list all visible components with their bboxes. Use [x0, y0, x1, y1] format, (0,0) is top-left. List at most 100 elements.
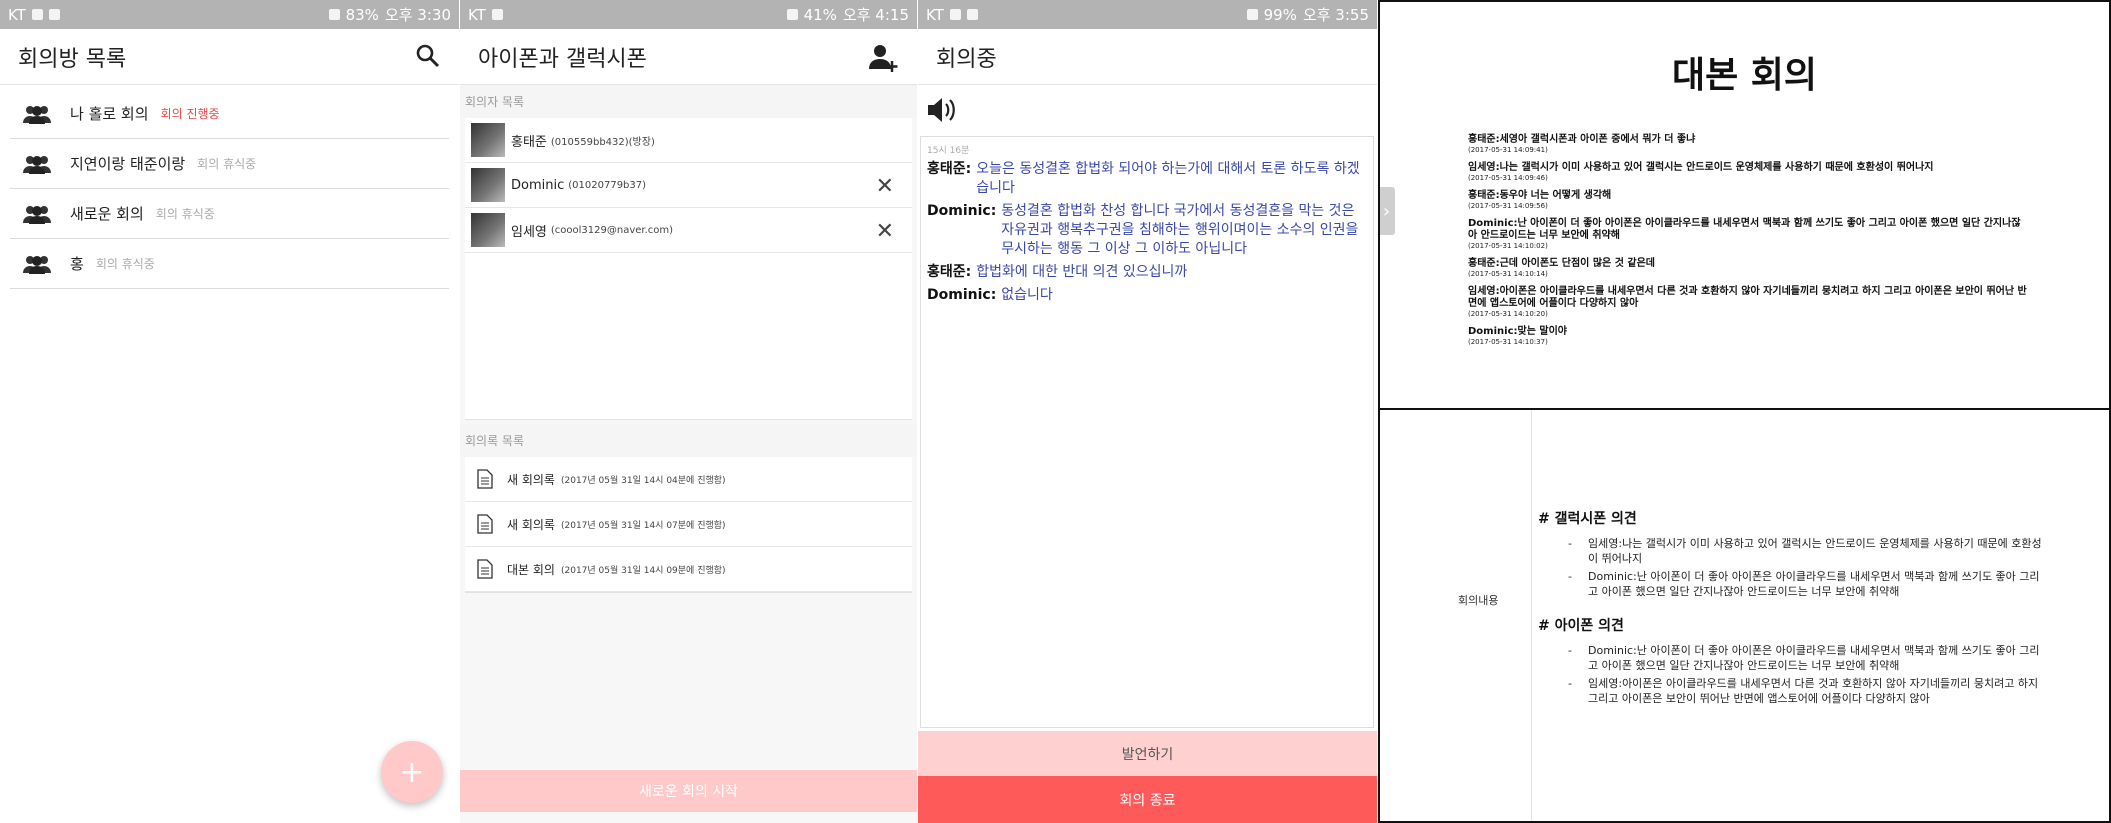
page-title: 회의중 — [936, 46, 997, 72]
entry-time: (2017-05-31 14:09:41) — [1468, 146, 1548, 154]
app-bar: 회의방 목록 — [0, 29, 459, 85]
transcript-document: › 대본 회의 홍태준:세영아 갤럭시폰과 아이폰 중에서 뭐가 더 좋냐 (2… — [1378, 0, 2111, 410]
message-speaker: 홍태준: — [927, 161, 972, 177]
bullet-text: Dominic:난 아이폰이 더 좋아 아이폰은 아이클라우드를 내세우면서 맥… — [1588, 570, 2040, 598]
app-bar: 회의중 — [918, 29, 1377, 85]
entry-text: 홍태준:근데 아이폰도 단점이 많은 것 같은데 — [1468, 258, 1656, 269]
speaker-bar — [918, 85, 1377, 135]
message-text: 없습니다 — [1001, 287, 1053, 303]
transcript-entry: 임세영:나는 갤럭시가 이미 사용하고 있어 갤럭시는 안드로이드 운영체제를 … — [1468, 162, 2109, 182]
room-name: 지연이랑 태준이랑 — [70, 155, 186, 173]
entry-text: Dominic:난 아이폰이 더 좋아 아이폰은 아이클라우드를 내세우면서 맥… — [1468, 218, 2021, 241]
summary-body: # 갤럭시폰 의견 - 임세영:나는 갤럭시가 이미 사용하고 있어 갤럭시는 안… — [1538, 500, 2048, 709]
minute-title: 대본 회의 — [507, 562, 555, 577]
transcript-entry: 임세영:아이폰은 아이클라우드를 내세우면서 다른 것과 호환하지 않아 자기네… — [1468, 286, 2109, 318]
room-name: 홍 — [70, 255, 84, 273]
carrier: KT — [926, 5, 944, 24]
members-list: 홍태준 (010559bb432)(방장) Dominic (01020779b… — [465, 118, 912, 420]
summary-label-column: 회의내용 — [1380, 410, 1532, 821]
message-text: 오늘은 동성결혼 합법화 되어야 하는가에 대해서 토론 하도록 하겠습니다 — [976, 161, 1360, 196]
remove-member-icon[interactable]: ✕ — [876, 219, 894, 244]
message-text: 합법화에 대한 반대 의견 있으십니까 — [976, 264, 1188, 280]
search-icon[interactable] — [415, 43, 441, 69]
add-room-button[interactable]: + — [381, 741, 443, 803]
speak-button[interactable]: 발언하기 — [918, 731, 1377, 776]
room-list: 나 홀로 회의 회의 진행중 지연이랑 태준이랑 회의 휴식중 새로운 회의 회… — [0, 89, 459, 289]
entry-text: 임세영:아이폰은 아이클라우드를 내세우면서 다른 것과 호환하지 않아 자기네… — [1468, 286, 2027, 309]
bullet-item: - 임세영:아이폰은 아이클라우드를 내세우면서 다른 것과 호환하지 않아 자기… — [1568, 676, 2048, 706]
mic-icon — [949, 9, 961, 20]
transcript-entry: Dominic:난 아이폰이 더 좋아 아이폰은 아이클라우드를 내세우면서 맥… — [1468, 218, 2109, 250]
message-icon — [491, 9, 503, 20]
group-icon — [23, 205, 51, 224]
bullet-item: - 임세영:나는 갤럭시가 이미 사용하고 있어 갤럭시는 안드로이드 운영체제를… — [1568, 536, 2048, 566]
group-icon — [23, 155, 51, 174]
entry-text: 임세영:나는 갤럭시가 이미 사용하고 있어 갤럭시는 안드로이드 운영체제를 … — [1468, 162, 1934, 173]
end-meeting-button[interactable]: 회의 종료 — [918, 776, 1377, 823]
document-icon — [477, 514, 493, 534]
room-item-1[interactable]: 지연이랑 태준이랑 회의 휴식중 — [10, 139, 449, 189]
status-bar: KT 41% 오후 4:15 — [460, 0, 917, 29]
document-icon — [477, 469, 493, 489]
group-icon — [23, 105, 51, 124]
minute-row-0[interactable]: 새 회의록 (2017년 05월 31일 14시 04분에 진행함) — [465, 457, 912, 502]
entry-time: (2017-05-31 14:10:37) — [1468, 338, 1548, 346]
transcript-entry: 홍태준:동우야 너는 어떻게 생각해 (2017-05-31 14:09:56) — [1468, 190, 2109, 210]
signal-icon — [786, 9, 798, 20]
status-bar: KT 83% 오후 3:30 — [0, 0, 459, 29]
section-heading: # 아이폰 의견 — [1538, 618, 1624, 634]
room-item-0[interactable]: 나 홀로 회의 회의 진행중 — [10, 89, 449, 139]
member-row-1[interactable]: Dominic (01020779b37) ✕ — [465, 163, 912, 208]
carrier: KT — [468, 5, 486, 24]
member-contact: (010559bb432)(방장) — [550, 136, 655, 148]
entry-text: Dominic:맞는 말이야 — [1468, 326, 1567, 337]
battery-level: 41% — [803, 5, 837, 24]
room-item-2[interactable]: 새로운 회의 회의 휴식중 — [10, 189, 449, 239]
clock: 오후 3:30 — [384, 6, 451, 24]
transcript-entry: Dominic:맞는 말이야 (2017-05-31 14:10:37) — [1468, 326, 2109, 346]
room-status: 회의 휴식중 — [95, 257, 155, 271]
status-bar: KT 99% 오후 3:55 — [918, 0, 1377, 29]
message-speaker: Dominic: — [927, 203, 997, 219]
member-row-2[interactable]: 임세영 (coool3129@naver.com) ✕ — [465, 208, 912, 253]
room-item-3[interactable]: 홍 회의 휴식중 — [10, 239, 449, 289]
entry-time: (2017-05-31 14:09:56) — [1468, 202, 1548, 210]
entry-time: (2017-05-31 14:10:02) — [1468, 242, 1548, 250]
entry-time: (2017-05-31 14:10:20) — [1468, 310, 1548, 318]
avatar — [471, 213, 505, 247]
notification-icon — [31, 9, 43, 20]
entry-text: 홍태준:동우야 너는 어떻게 생각해 — [1468, 190, 1612, 201]
chat-message: 홍태준: 오늘은 동성결혼 합법화 되어야 하는가에 대해서 토론 하도록 하겠… — [927, 160, 1367, 198]
remove-member-icon[interactable]: ✕ — [876, 174, 894, 199]
clock: 오후 4:15 — [842, 6, 909, 24]
minute-date: (2017년 05월 31일 14시 07분에 진행함) — [560, 520, 726, 531]
battery-level: 99% — [1263, 5, 1297, 24]
speaker-icon[interactable] — [926, 95, 958, 125]
meeting-screen: KT 99% 오후 3:55 회의중 15시 16분 홍태준: 오늘은 동성결혼… — [918, 0, 1377, 823]
minute-date: (2017년 05월 31일 14시 09분에 진행함) — [560, 565, 726, 576]
entry-text: 홍태준:세영아 갤럭시폰과 아이폰 중에서 뭐가 더 좋냐 — [1468, 134, 1696, 145]
minute-row-1[interactable]: 새 회의록 (2017년 05월 31일 14시 07분에 진행함) — [465, 502, 912, 547]
transcript-entry: 홍태준:세영아 갤럭시폰과 아이폰 중에서 뭐가 더 좋냐 (2017-05-3… — [1468, 134, 2109, 154]
document-title: 대본 회의 — [1671, 55, 1817, 96]
start-meeting-button[interactable]: 새로운 회의 시작 — [460, 770, 917, 812]
avatar — [471, 123, 505, 157]
bullet-text: 임세영:아이폰은 아이클라우드를 내세우면서 다른 것과 호환하지 않아 자기네… — [1588, 677, 2039, 705]
member-row-0[interactable]: 홍태준 (010559bb432)(방장) — [465, 118, 912, 163]
transcript-entry: 홍태준:근데 아이폰도 단점이 많은 것 같은데 (2017-05-31 14:… — [1468, 258, 2109, 278]
member-contact: (coool3129@naver.com) — [550, 224, 674, 236]
member-name: 홍태준 — [511, 134, 547, 150]
chat-log[interactable]: 15시 16분 홍태준: 오늘은 동성결혼 합법화 되어야 하는가에 대해서 토… — [920, 136, 1374, 728]
message-icon — [966, 9, 978, 20]
chat-timestamp: 15시 16분 — [927, 146, 970, 156]
expand-handle[interactable]: › — [1380, 187, 1395, 235]
minute-date: (2017년 05월 31일 14시 04분에 진행함) — [560, 475, 726, 486]
summary-document: 회의내용 # 갤럭시폰 의견 - 임세영:나는 갤럭시가 이미 사용하고 있어 갤… — [1378, 410, 2111, 823]
member-name: Dominic — [511, 177, 565, 193]
add-person-icon[interactable] — [869, 43, 899, 73]
minute-row-2[interactable]: 대본 회의 (2017년 05월 31일 14시 09분에 진행함) — [465, 547, 912, 592]
page-title: 회의방 목록 — [18, 46, 127, 72]
message-speaker: Dominic: — [927, 287, 997, 303]
entry-time: (2017-05-31 14:10:14) — [1468, 270, 1548, 278]
message-speaker: 홍태준: — [927, 264, 972, 280]
